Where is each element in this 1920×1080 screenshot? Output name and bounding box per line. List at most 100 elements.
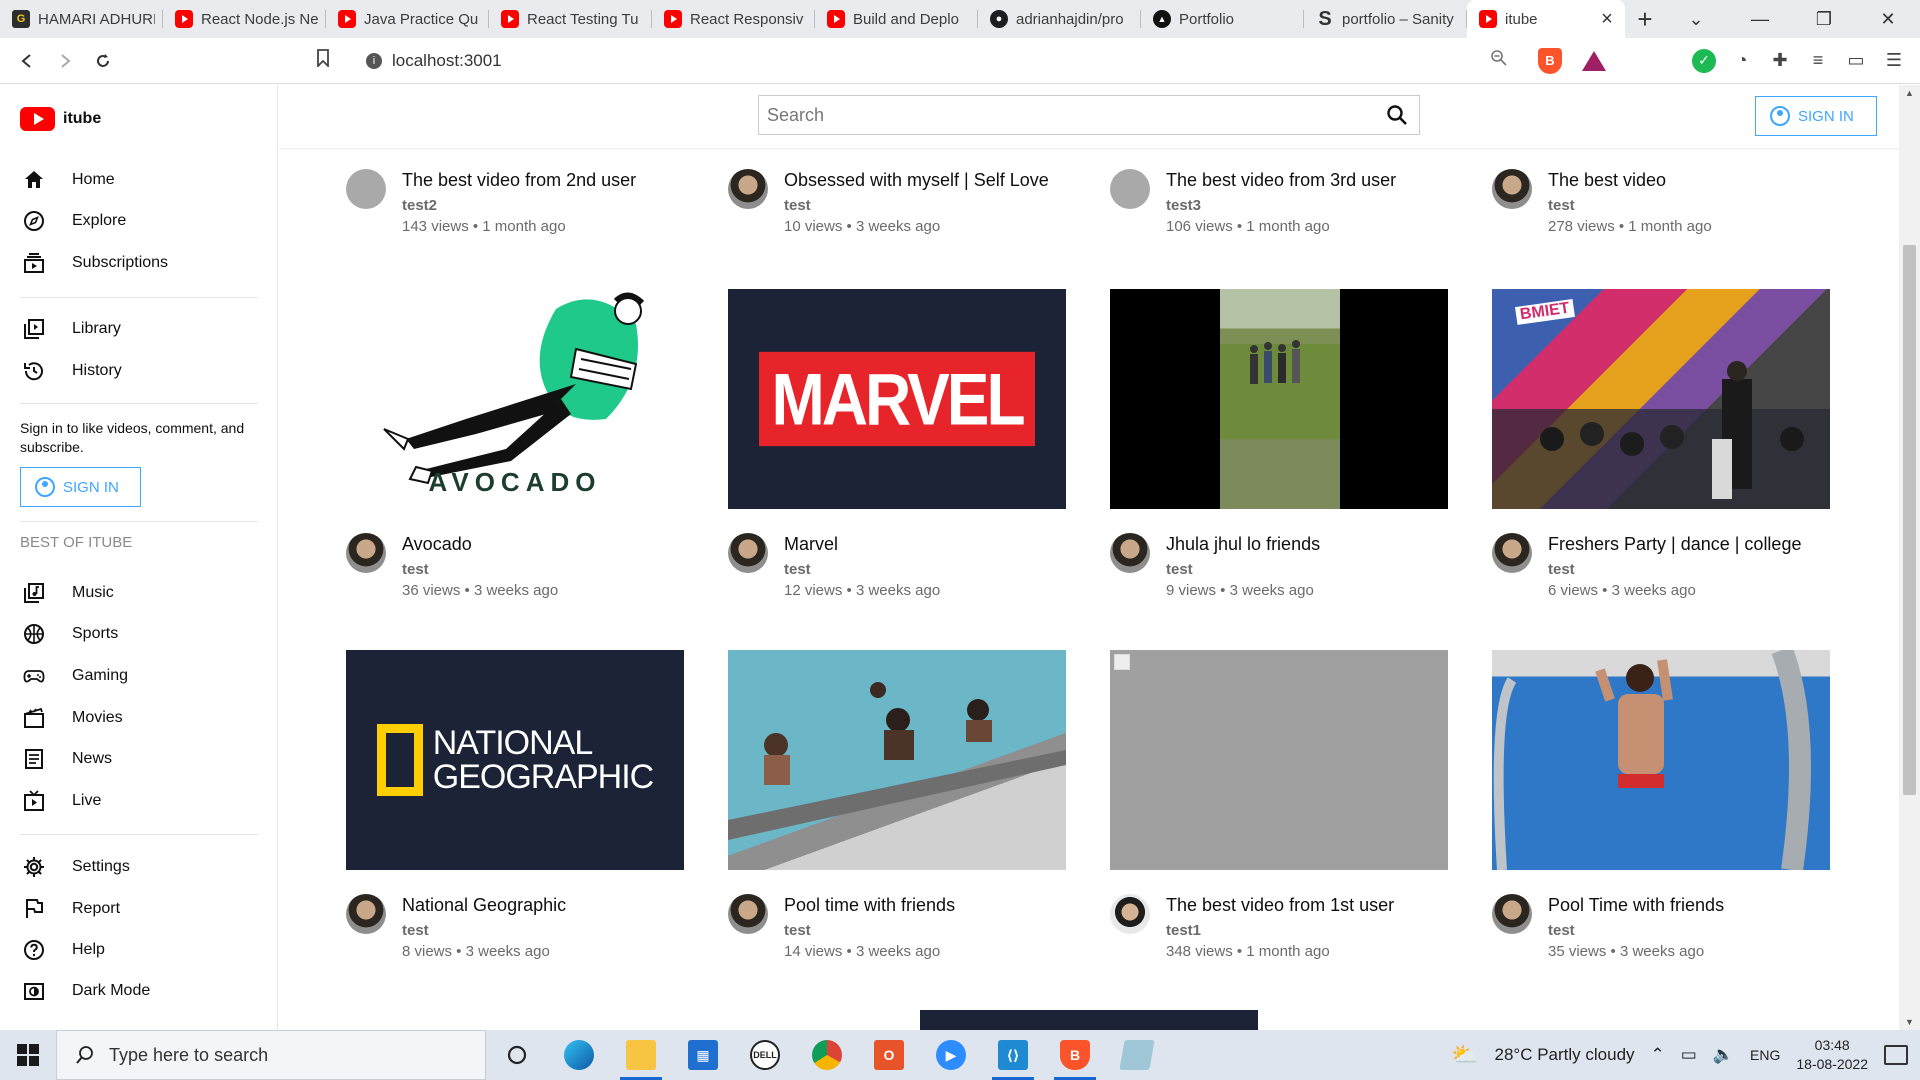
scrollbar-thumb[interactable] bbox=[1903, 245, 1916, 795]
channel-name[interactable]: test bbox=[402, 922, 566, 939]
brave-browser-icon[interactable]: B bbox=[1044, 1030, 1106, 1080]
channel-avatar[interactable] bbox=[346, 533, 386, 573]
sidebar-item-help[interactable]: Help bbox=[20, 932, 260, 968]
channel-name[interactable]: test1 bbox=[1166, 922, 1394, 939]
channel-avatar[interactable] bbox=[346, 169, 386, 209]
forward-button[interactable] bbox=[46, 42, 84, 80]
sidebar-item-movies[interactable]: Movies bbox=[20, 700, 260, 736]
dell-icon[interactable]: DELL bbox=[734, 1030, 796, 1080]
new-tab-button[interactable]: + bbox=[1625, 0, 1665, 38]
edge-icon[interactable] bbox=[548, 1030, 610, 1080]
video-title[interactable]: Obsessed with myself | Self Love bbox=[784, 169, 1049, 191]
video-card[interactable]: Obsessed with myself | Self Love test 10… bbox=[728, 169, 1066, 235]
scroll-down-arrow-icon[interactable]: ▼ bbox=[1899, 1014, 1920, 1030]
sidebar-item-gaming[interactable]: Gaming bbox=[20, 658, 260, 694]
scroll-up-arrow-icon[interactable]: ▲ bbox=[1899, 85, 1920, 101]
video-title[interactable]: The best video from 2nd user bbox=[402, 169, 636, 191]
chrome-icon[interactable] bbox=[796, 1030, 858, 1080]
menu-icon[interactable]: ☰ bbox=[1882, 49, 1906, 73]
maximize-button[interactable]: ❐ bbox=[1792, 0, 1856, 38]
brave-shield-icon[interactable]: B bbox=[1538, 47, 1562, 74]
browser-tab[interactable]: React Testing Tu bbox=[489, 0, 652, 38]
vscode-icon[interactable]: ⟨⟩ bbox=[982, 1030, 1044, 1080]
address-bar[interactable]: i localhost:3001 bbox=[354, 43, 1520, 78]
browser-tab[interactable]: ● adrianhajdin/pro bbox=[978, 0, 1141, 38]
channel-name[interactable]: test bbox=[784, 922, 955, 939]
channel-avatar[interactable] bbox=[1110, 169, 1150, 209]
sidebar-item-explore[interactable]: Explore bbox=[20, 203, 260, 239]
video-card[interactable]: AVOCADO Avocado test 36 views • 3 weeks … bbox=[346, 289, 684, 599]
video-title[interactable]: The best video from 1st user bbox=[1166, 894, 1394, 916]
url-text[interactable]: localhost:3001 bbox=[392, 51, 1490, 71]
weather-icon[interactable]: ⛅ bbox=[1451, 1042, 1478, 1068]
battery-icon[interactable]: ▭ bbox=[1681, 1045, 1697, 1065]
channel-avatar[interactable] bbox=[728, 169, 768, 209]
show-hidden-icons-chevron-icon[interactable]: ⌃ bbox=[1651, 1045, 1665, 1065]
weather-text[interactable]: 28°C Partly cloudy bbox=[1495, 1045, 1635, 1065]
task-view-icon[interactable] bbox=[486, 1030, 548, 1080]
video-title[interactable]: Marvel bbox=[784, 533, 940, 555]
close-tab-icon[interactable]: × bbox=[1597, 8, 1617, 31]
sidebar-item-dark-mode[interactable]: Dark Mode bbox=[20, 973, 260, 1009]
video-card[interactable]: Jhula jhul lo friends test 9 views • 3 w… bbox=[1110, 289, 1448, 599]
sidebar-signin-button[interactable]: SIGN IN bbox=[20, 467, 141, 507]
channel-name[interactable]: test bbox=[1548, 197, 1712, 214]
channel-name[interactable]: test bbox=[1166, 561, 1320, 578]
zoom-icon[interactable] bbox=[1490, 49, 1508, 72]
video-thumbnail[interactable] bbox=[1110, 289, 1448, 509]
puzzle-extensions-icon[interactable]: ✚ bbox=[1768, 49, 1792, 73]
video-title[interactable]: Jhula jhul lo friends bbox=[1166, 533, 1320, 555]
check-extension-icon[interactable]: ✓ bbox=[1692, 48, 1716, 73]
browser-tab-active[interactable]: itube × bbox=[1467, 0, 1625, 38]
taskbar-search[interactable]: Type here to search bbox=[56, 1030, 486, 1080]
site-info-icon[interactable]: i bbox=[366, 52, 382, 69]
office-icon[interactable]: O bbox=[858, 1030, 920, 1080]
sidebar-item-settings[interactable]: Settings bbox=[20, 849, 260, 885]
video-thumbnail[interactable] bbox=[1492, 650, 1830, 870]
channel-avatar[interactable] bbox=[1492, 533, 1532, 573]
notifications-icon[interactable] bbox=[1884, 1045, 1908, 1065]
video-title[interactable]: Pool time with friends bbox=[784, 894, 955, 916]
video-card[interactable]: The best video from 2nd user test2 143 v… bbox=[346, 169, 684, 235]
video-card[interactable]: BMIET Freshers Party | dance | college t… bbox=[1492, 289, 1830, 599]
video-card[interactable]: The best video from 1st user test1 348 v… bbox=[1110, 650, 1448, 960]
channel-name[interactable]: test3 bbox=[1166, 197, 1396, 214]
video-card[interactable]: The best video test 278 views • 1 month … bbox=[1492, 169, 1830, 235]
channel-name[interactable]: test bbox=[1548, 922, 1724, 939]
browser-tab[interactable]: React Node.js Ne bbox=[163, 0, 326, 38]
brave-rewards-icon[interactable] bbox=[1582, 50, 1606, 71]
playlist-icon[interactable]: ≡ bbox=[1806, 49, 1830, 73]
browser-tab[interactable]: Java Practice Qu bbox=[326, 0, 489, 38]
clock[interactable]: 03:48 18-08-2022 bbox=[1796, 1036, 1868, 1074]
video-title[interactable]: Freshers Party | dance | college bbox=[1548, 533, 1801, 555]
channel-avatar[interactable] bbox=[1110, 894, 1150, 934]
page-scrollbar[interactable]: ▲ ▼ bbox=[1899, 85, 1920, 1030]
channel-avatar[interactable] bbox=[1110, 533, 1150, 573]
sidebar-item-news[interactable]: News bbox=[20, 741, 260, 777]
video-thumbnail[interactable]: AVOCADO bbox=[346, 289, 684, 509]
wallet-icon[interactable]: ▭ bbox=[1844, 49, 1868, 73]
video-title[interactable]: Avocado bbox=[402, 533, 558, 555]
volume-icon[interactable]: 🔈 bbox=[1713, 1045, 1734, 1065]
video-title[interactable]: National Geographic bbox=[402, 894, 566, 916]
tab-search-chevron-icon[interactable]: ⌄ bbox=[1664, 0, 1728, 38]
file-explorer-icon[interactable] bbox=[610, 1030, 672, 1080]
video-thumbnail[interactable] bbox=[728, 650, 1066, 870]
video-thumbnail[interactable]: BMIET bbox=[1492, 289, 1830, 509]
channel-avatar[interactable] bbox=[728, 533, 768, 573]
close-window-button[interactable]: ✕ bbox=[1856, 0, 1920, 38]
reload-button[interactable] bbox=[84, 42, 122, 80]
minimize-button[interactable]: — bbox=[1728, 0, 1792, 38]
browser-tab[interactable]: G HAMARI ADHURI bbox=[0, 0, 163, 38]
zoom-app-icon[interactable]: ▶ bbox=[920, 1030, 982, 1080]
video-thumbnail[interactable]: MARVEL bbox=[728, 289, 1066, 509]
video-card[interactable]: The best video from 3rd user test3 106 v… bbox=[1110, 169, 1448, 235]
video-card[interactable]: NATIONAL GEOGRAPHIC National Geographic … bbox=[346, 650, 684, 960]
speed-extension-icon[interactable]: ◔ bbox=[1730, 49, 1754, 73]
language-indicator[interactable]: ENG bbox=[1750, 1047, 1780, 1063]
video-thumbnail-partial[interactable] bbox=[920, 1010, 1258, 1030]
channel-name[interactable]: test bbox=[402, 561, 558, 578]
channel-name[interactable]: test bbox=[1548, 561, 1801, 578]
channel-avatar[interactable] bbox=[346, 894, 386, 934]
channel-name[interactable]: test2 bbox=[402, 197, 636, 214]
